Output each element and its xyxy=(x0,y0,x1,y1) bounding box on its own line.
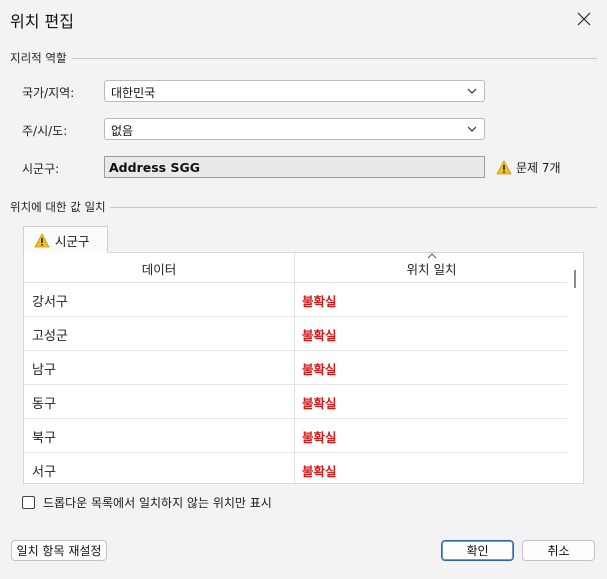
filter-unmatched-checkbox-row[interactable]: 드롭다운 목록에서 일치하지 않는 위치만 표시 xyxy=(22,494,272,511)
ok-button[interactable]: 확인 xyxy=(441,540,514,561)
column-header-data-label: 데이터 xyxy=(141,261,177,277)
scroll-thumb[interactable] xyxy=(574,270,576,288)
filter-unmatched-checkbox[interactable] xyxy=(22,496,35,509)
cell-data: 서구 xyxy=(32,465,56,480)
cell-match[interactable]: 불확실 xyxy=(302,461,337,480)
close-button[interactable] xyxy=(569,4,599,34)
chevron-down-icon xyxy=(467,88,477,94)
cell-data: 동구 xyxy=(32,397,56,412)
state-select[interactable]: 없음 xyxy=(104,118,485,140)
geo-section-label: 지리적 역할 xyxy=(10,50,71,66)
reset-matches-button[interactable]: 일치 항목 재설정 xyxy=(11,540,107,561)
warning-icon xyxy=(496,160,512,175)
country-label: 국가/지역: xyxy=(22,86,75,100)
cancel-button[interactable]: 취소 xyxy=(522,540,595,561)
column-header-data[interactable]: 데이터 xyxy=(24,253,294,283)
cell-match[interactable]: 불확실 xyxy=(302,393,337,412)
vertical-scrollbar[interactable] xyxy=(567,253,583,483)
filter-unmatched-label: 드롭다운 목록에서 일치하지 않는 위치만 표시 xyxy=(43,496,272,510)
city-label: 시군구: xyxy=(22,162,60,176)
cell-data: 남구 xyxy=(32,363,56,378)
window-title: 위치 편집 xyxy=(10,12,74,31)
cell-match[interactable]: 불확실 xyxy=(302,359,337,378)
match-section-divider xyxy=(110,207,597,208)
column-header-match-label: 위치 일치 xyxy=(406,261,457,277)
chevron-down-icon xyxy=(467,126,477,132)
state-select-value: 없음 xyxy=(111,124,134,138)
tab-city-label: 시군구 xyxy=(55,233,90,249)
title-bar: 위치 편집 xyxy=(0,0,607,38)
cell-match[interactable]: 불확실 xyxy=(302,427,337,446)
table-row[interactable]: 고성군 불확실 xyxy=(24,317,568,351)
cell-match[interactable]: 불확실 xyxy=(302,325,337,344)
cell-data: 강서구 xyxy=(32,295,68,310)
cell-data: 고성군 xyxy=(32,329,68,344)
geo-section-divider xyxy=(72,58,597,59)
state-label: 주/시/도: xyxy=(22,124,68,138)
warning-icon xyxy=(34,232,50,247)
grid-header: 데이터 위치 일치 xyxy=(24,253,568,283)
tab-city[interactable]: 시군구 xyxy=(23,226,108,253)
table-row[interactable]: 강서구 불확실 xyxy=(24,283,568,317)
match-section-label: 위치에 대한 값 일치 xyxy=(10,199,110,215)
table-row[interactable]: 남구 불확실 xyxy=(24,351,568,385)
country-select[interactable]: 대한민국 xyxy=(104,80,485,102)
issues-text: 문제 7개 xyxy=(516,161,561,175)
table-row[interactable]: 북구 불확실 xyxy=(24,419,568,453)
table-row[interactable]: 동구 불확실 xyxy=(24,385,568,419)
cell-data: 북구 xyxy=(32,431,56,446)
match-grid: 데이터 위치 일치 강서구 불확실 고성군 불확실 남구 불확실 동구 불확실 … xyxy=(23,252,584,484)
table-row[interactable]: 서구 불확실 xyxy=(24,453,568,483)
sort-ascending-icon xyxy=(427,253,437,259)
cell-match[interactable]: 불확실 xyxy=(302,291,337,310)
issues-indicator[interactable]: 문제 7개 xyxy=(496,159,561,176)
close-icon xyxy=(577,12,591,26)
country-select-value: 대한민국 xyxy=(111,86,156,100)
city-field: Address SGG xyxy=(104,156,485,178)
